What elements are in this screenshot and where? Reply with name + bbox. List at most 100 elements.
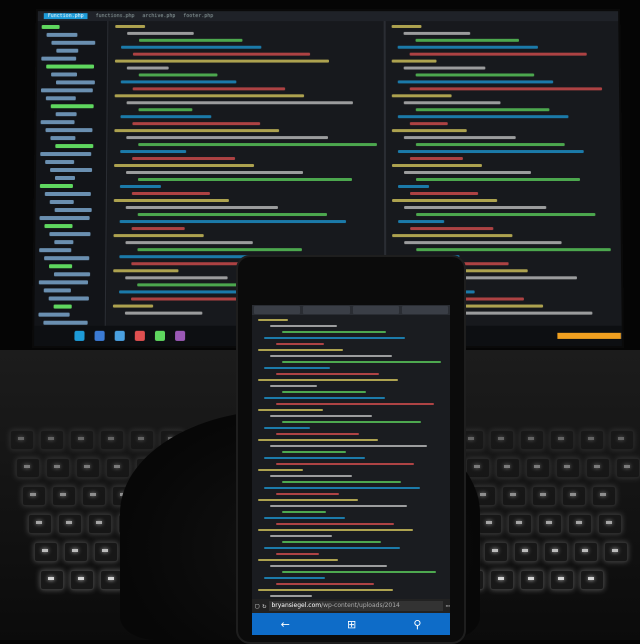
tree-item[interactable] [54, 208, 92, 213]
tree-item[interactable] [40, 152, 92, 157]
editor-tab[interactable]: footer.php [183, 13, 213, 19]
tree-item[interactable] [51, 72, 78, 77]
more-icon[interactable]: ⋯ [446, 602, 450, 610]
code-line [264, 427, 310, 429]
tree-item[interactable] [51, 40, 96, 45]
keyboard-key [526, 458, 550, 478]
code-line [415, 143, 565, 147]
folder-icon[interactable] [94, 330, 105, 341]
tree-item[interactable] [44, 224, 73, 229]
keyboard-key [592, 486, 616, 506]
code-line [276, 463, 414, 465]
tree-item[interactable] [43, 288, 71, 293]
app-icon[interactable] [175, 330, 186, 341]
code-line [404, 241, 562, 245]
code-line [276, 373, 379, 375]
tree-item[interactable] [43, 320, 88, 325]
editor-tab[interactable]: Function.php [43, 13, 88, 20]
keyboard-key [616, 458, 640, 478]
tree-item[interactable] [41, 25, 60, 29]
tree-item[interactable] [49, 264, 73, 269]
code-line [126, 66, 169, 70]
code-line [276, 553, 319, 555]
tree-item[interactable] [45, 160, 75, 165]
tree-item[interactable] [48, 296, 89, 301]
tree-item[interactable] [50, 136, 76, 141]
editor-tab[interactable]: functions.php [96, 13, 135, 19]
code-line [270, 475, 352, 477]
tree-item[interactable] [54, 240, 74, 245]
tree-item[interactable] [56, 48, 79, 53]
tree-item[interactable] [45, 128, 93, 133]
phone-tab[interactable] [352, 306, 399, 314]
code-line [137, 213, 327, 217]
editor-tab[interactable]: archive.php [142, 13, 175, 19]
tree-item[interactable] [53, 304, 72, 309]
refresh-icon[interactable]: ↻ [262, 602, 266, 610]
code-line [403, 171, 531, 175]
back-arrow-icon[interactable]: ← [281, 618, 290, 631]
tree-item[interactable] [44, 191, 91, 197]
tree-item[interactable] [46, 64, 95, 69]
code-line [119, 184, 161, 188]
tree-item[interactable] [39, 248, 72, 253]
phone-tab[interactable] [303, 306, 350, 314]
app-icon[interactable] [154, 330, 166, 341]
tree-item[interactable] [39, 183, 73, 188]
tree-item[interactable] [40, 120, 75, 125]
code-line [258, 379, 398, 381]
code-line [113, 234, 204, 238]
tree-item[interactable] [44, 256, 90, 261]
phone-tab[interactable] [401, 306, 448, 314]
tree-item[interactable] [50, 168, 93, 173]
code-line [270, 415, 372, 417]
tree-item[interactable] [55, 80, 95, 85]
keyboard-key [28, 514, 52, 534]
code-line [270, 535, 332, 537]
tree-item[interactable] [55, 144, 94, 149]
keyboard-key [466, 458, 490, 478]
tree-item[interactable] [38, 280, 89, 285]
tree-item[interactable] [46, 32, 78, 37]
code-line [138, 143, 377, 147]
keyboard-key [16, 458, 40, 478]
tree-item[interactable] [55, 112, 77, 117]
tree-item[interactable] [49, 232, 91, 237]
search-icon[interactable]: ⚲ [413, 618, 421, 631]
tree-item[interactable] [53, 272, 91, 277]
code-line [125, 241, 253, 245]
tabs-icon[interactable]: ▢ [255, 602, 259, 610]
app-icon[interactable] [134, 330, 145, 341]
tree-item[interactable] [54, 176, 76, 180]
tree-item[interactable] [50, 104, 94, 109]
url-field[interactable]: bryansiegel.com/wp-content/uploads/2014 [269, 601, 443, 611]
tree-item[interactable] [41, 56, 77, 61]
keyboard-key [70, 570, 94, 590]
keyboard-key [538, 514, 562, 534]
tree-item[interactable] [39, 216, 90, 221]
code-line [125, 206, 278, 210]
code-line [131, 191, 210, 196]
ie-icon[interactable] [74, 330, 85, 341]
tree-item[interactable] [38, 312, 70, 317]
tree-item[interactable] [49, 200, 74, 205]
store-icon[interactable] [114, 330, 125, 341]
code-line [397, 45, 538, 49]
phone-tab[interactable] [254, 306, 301, 314]
code-line [276, 433, 359, 435]
code-line [415, 108, 550, 112]
phone-code-view[interactable] [252, 319, 450, 635]
keyboard-key [574, 542, 598, 562]
code-line [126, 171, 304, 175]
windows-start-icon[interactable]: ⊞ [347, 618, 356, 631]
code-line [276, 493, 339, 495]
tree-item[interactable] [45, 96, 76, 101]
tree-item[interactable] [40, 88, 93, 93]
code-line [410, 191, 479, 196]
code-line [132, 87, 286, 91]
code-line [127, 31, 194, 35]
code-line [124, 311, 203, 315]
file-tree-sidebar[interactable] [34, 21, 109, 349]
code-line [264, 577, 325, 579]
keyboard-key [490, 430, 514, 450]
